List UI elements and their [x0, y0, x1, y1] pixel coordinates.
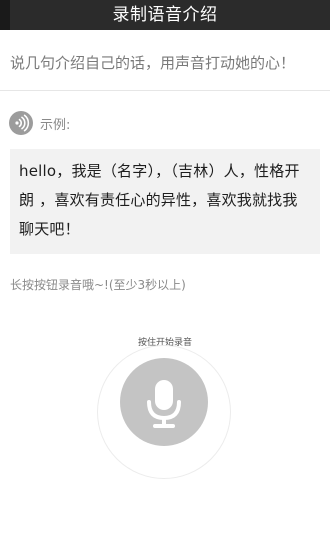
sound-wave-icon[interactable]: [9, 111, 33, 135]
microphone-icon: [147, 380, 181, 428]
example-box: hello，我是（名字），（吉林）人，性格开朗 ，喜欢有责任心的异性，喜欢我就找…: [10, 149, 320, 254]
record-hint: 长按按钮录音哦~!(至少3秒以上): [10, 278, 186, 292]
title-bar: 录制语音介绍: [0, 0, 330, 30]
example-text: hello，我是（名字），（吉林）人，性格开朗 ，喜欢有责任心的异性，喜欢我就找…: [19, 162, 300, 238]
example-label: 示例:: [40, 118, 71, 133]
intro-prompt: 说几句介绍自己的话，用声音打动她的心！: [10, 54, 296, 72]
divider: [0, 90, 330, 91]
page-title: 录制语音介绍: [112, 5, 218, 25]
record-button[interactable]: [120, 358, 208, 446]
